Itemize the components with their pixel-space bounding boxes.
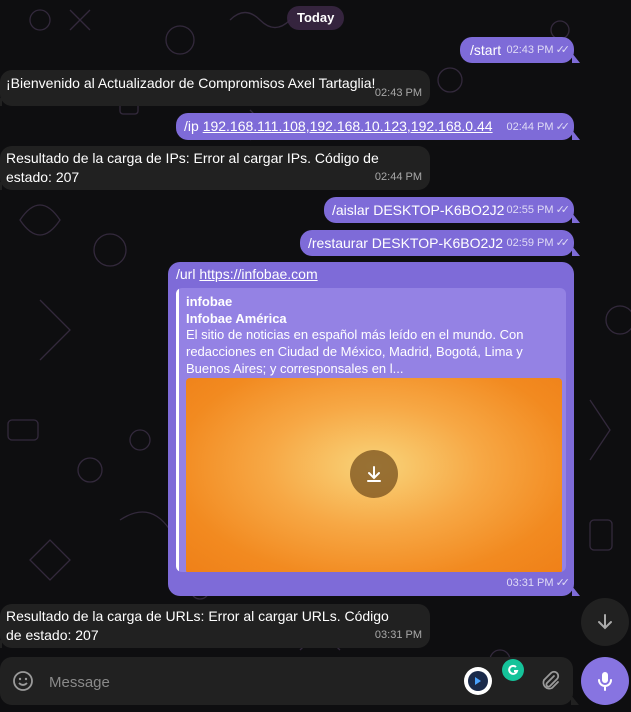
message-time: 02:59 PM [506, 237, 554, 249]
message-text: /start [470, 42, 502, 58]
double-check-icon: ✓✓ [555, 121, 571, 133]
download-button[interactable] [350, 450, 398, 498]
outgoing-message[interactable]: /start 02:43 PM ✓✓ [460, 37, 580, 63]
message-text: /ip [184, 118, 203, 134]
message-text: /url [176, 266, 200, 282]
message-composer [0, 657, 579, 705]
message-time: 03:31 PM [506, 577, 554, 589]
message-text: /aislar DESKTOP-K6BO2J2 [332, 202, 505, 218]
paperclip-icon[interactable] [538, 669, 562, 693]
microphone-icon [598, 672, 612, 691]
download-icon [367, 466, 381, 482]
double-check-icon: ✓✓ [555, 44, 571, 56]
url-link[interactable]: https://infobae.com [199, 266, 317, 282]
message-time: 02:44 PM [506, 121, 554, 133]
link-preview[interactable]: infobae Infobae América El sitio de noti… [176, 288, 566, 572]
double-check-icon: ✓✓ [555, 577, 571, 589]
message-text: /restaurar DESKTOP-K6BO2J2 [308, 235, 504, 251]
smile-icon[interactable] [11, 669, 35, 693]
outgoing-message[interactable]: /restaurar DESKTOP-K6BO2J2 02:59 PM ✓✓ [300, 230, 580, 256]
preview-image[interactable] [186, 378, 562, 572]
outgoing-message[interactable]: /aislar DESKTOP-K6BO2J2 02:55 PM ✓✓ [324, 197, 580, 223]
incoming-message[interactable]: Resultado de la carga de URLs: Error al … [0, 604, 430, 648]
message-time: 02:44 PM [374, 171, 422, 183]
message-text: Resultado de la carga de URLs: Error al … [6, 608, 389, 643]
message-time: 02:43 PM [506, 44, 554, 56]
message-text: ¡Bienvenido al Actualizador de Compromis… [6, 75, 376, 91]
message-time: 03:31 PM [374, 629, 422, 641]
scroll-to-bottom-button[interactable] [581, 598, 629, 646]
message-time: 02:55 PM [506, 204, 554, 216]
outgoing-message[interactable]: /ip 192.168.111.108,192.168.10.123,192.1… [176, 113, 580, 140]
ip-list-link[interactable]: 192.168.111.108,192.168.10.123,192.168.0… [203, 118, 493, 134]
microphone-button[interactable] [581, 657, 629, 705]
double-check-icon: ✓✓ [555, 237, 571, 249]
grammarly-icon[interactable] [502, 659, 524, 681]
incoming-message[interactable]: ¡Bienvenido al Actualizador de Compromis… [0, 70, 430, 106]
outgoing-message-with-preview[interactable]: /url https://infobae.com infobae Infobae… [168, 262, 580, 596]
arrow-down-icon [598, 614, 612, 630]
preview-description: El sitio de noticias en español más leíd… [186, 327, 524, 376]
incoming-message[interactable]: Resultado de la carga de IPs: Error al c… [0, 146, 430, 190]
message-input[interactable] [47, 669, 351, 695]
message-text: Resultado de la carga de IPs: Error al c… [6, 150, 379, 185]
double-check-icon: ✓✓ [555, 204, 571, 216]
date-separator: Today [287, 6, 345, 30]
bot-app-icon[interactable] [464, 667, 492, 695]
message-time: 02:43 PM [374, 87, 422, 99]
